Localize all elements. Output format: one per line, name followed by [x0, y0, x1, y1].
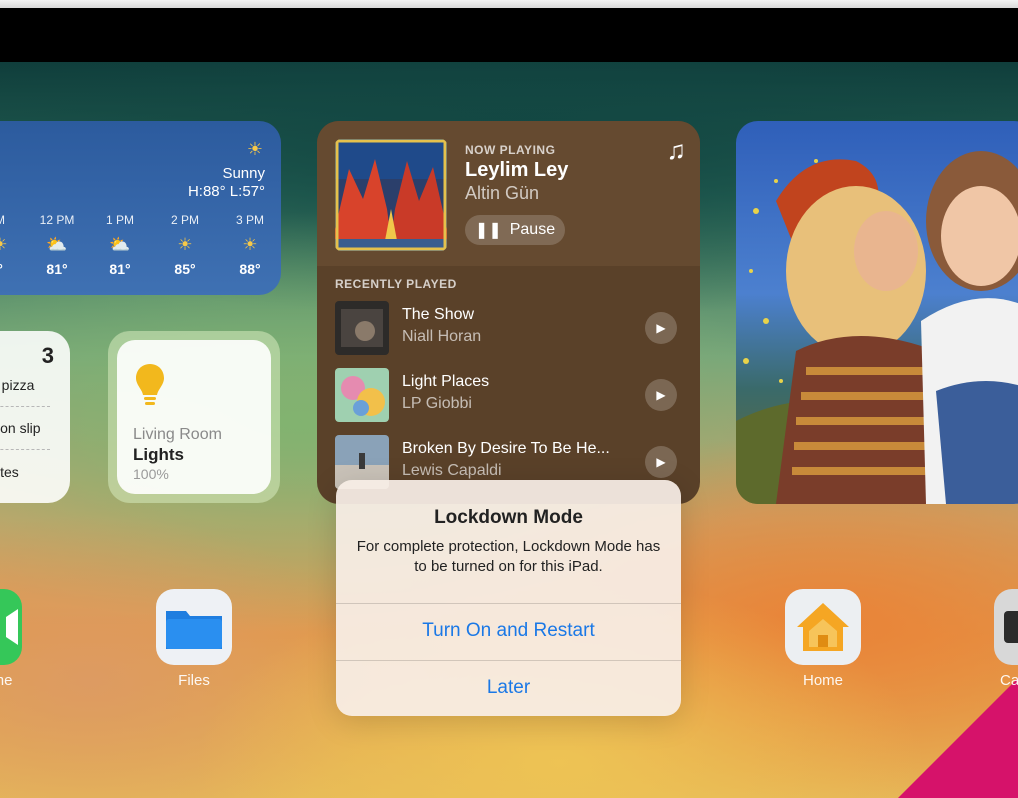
photo-image: [736, 151, 1018, 504]
sun-icon: ☀: [0, 235, 30, 255]
alert-message: For complete protection, Lockdown Mode h…: [356, 538, 661, 575]
music-widget[interactable]: NOW PLAYING Leylim Ley Altin Gün ❚❚ Paus…: [317, 121, 700, 504]
weather-high-low: H:88° L:57°: [187, 183, 265, 200]
forecast-time: 1 PM: [105, 213, 134, 227]
files-app[interactable]: [156, 589, 232, 665]
play-button[interactable]: ▶: [645, 312, 677, 344]
play-icon: ▶: [656, 388, 666, 402]
reminder-item[interactable]: e pizza: [0, 377, 56, 393]
house-icon: [797, 603, 849, 651]
app-label: Files: [178, 672, 210, 689]
forecast-temp: 85°: [174, 261, 196, 277]
reminder-item[interactable]: sion slip: [0, 420, 56, 436]
app-label: Ca: [1000, 672, 1018, 689]
track-artist: LP Giobbi: [402, 395, 472, 412]
reminders-widget[interactable]: 3 e pizza sion slip vites: [0, 331, 70, 503]
partly-cloudy-icon: ⛅: [46, 235, 68, 254]
forecast-temp: 81°: [46, 261, 68, 277]
pause-button[interactable]: ❚❚ Pause: [465, 215, 565, 245]
weather-condition: Sunny: [222, 165, 265, 182]
track-title: Light Places: [402, 373, 490, 390]
reminders-count: 3: [41, 343, 54, 368]
weather-summary: Sunny H:88° L:57°: [188, 165, 265, 201]
lights-tile[interactable]: Living Room Lights 100%: [117, 340, 271, 494]
song-title: Leylim Ley: [465, 159, 569, 181]
divider: [0, 406, 50, 407]
app-label: me: [0, 672, 13, 689]
home-app[interactable]: [785, 589, 861, 665]
later-button[interactable]: Later: [336, 677, 681, 699]
divider: [336, 660, 681, 661]
lockdown-mode-alert: Lockdown Mode For complete protection, L…: [336, 480, 681, 716]
ipad-screen: ☀ Sunny H:88° L:57° M ☀ ° 12 PM ⛅ 81° 1 …: [0, 0, 1018, 798]
album-art[interactable]: [335, 139, 447, 251]
music-note-icon: ♫: [666, 135, 687, 165]
pause-label: Pause: [509, 221, 556, 238]
weather-widget[interactable]: ☀ Sunny H:88° L:57° M ☀ ° 12 PM ⛅ 81° 1 …: [0, 121, 281, 295]
forecast-time: M: [0, 213, 30, 227]
list-item[interactable]: Light Places LP Giobbi ▶: [335, 368, 685, 422]
now-playing-section: NOW PLAYING Leylim Ley Altin Gün ❚❚ Paus…: [317, 121, 700, 266]
forecast-hour: M ☀ °: [0, 213, 30, 277]
forecast-time: 12 PM: [39, 213, 75, 227]
folder-icon: [166, 611, 222, 649]
track-title: Broken By Desire To Be He...: [402, 440, 610, 457]
track-artist: Niall Horan: [402, 328, 482, 345]
track-artwork: [335, 368, 389, 422]
sun-icon: ☀: [177, 235, 193, 254]
forecast-temp: 81°: [109, 261, 131, 277]
sun-icon: ☀: [242, 235, 258, 254]
track-artist: Lewis Capaldi: [402, 462, 502, 479]
sun-icon: ☀: [246, 139, 263, 159]
divider: [0, 449, 50, 450]
partly-cloudy-icon: ⛅: [109, 235, 131, 254]
forecast-time: 2 PM: [170, 213, 199, 227]
pause-icon: ❚❚: [474, 222, 502, 239]
now-playing-label: NOW PLAYING: [465, 143, 556, 157]
forecast-hour: 2 PM ☀ 85°: [155, 213, 215, 277]
play-icon: ▶: [656, 321, 666, 335]
facetime-app[interactable]: [0, 589, 22, 665]
turn-on-and-restart-button[interactable]: Turn On and Restart: [336, 620, 681, 642]
forecast-temp: 88°: [239, 261, 261, 277]
accessory-name: Lights: [133, 445, 184, 464]
forecast-time: 3 PM: [235, 213, 264, 227]
play-button[interactable]: ▶: [645, 379, 677, 411]
track-artwork: [335, 301, 389, 355]
forecast-hour: 3 PM ☀ 88°: [220, 213, 280, 277]
photos-widget[interactable]: [736, 121, 1018, 504]
forecast-hour: 12 PM ⛅ 81°: [27, 213, 87, 277]
room-name: Living Room: [133, 426, 222, 443]
forecast-temp: °: [0, 261, 30, 277]
camera-app[interactable]: [994, 589, 1018, 665]
list-item[interactable]: The Show Niall Horan ▶: [335, 301, 685, 355]
track-title: The Show: [402, 306, 475, 323]
lightbulb-icon: [136, 364, 164, 405]
alert-title: Lockdown Mode: [434, 507, 583, 528]
album-art-image: [335, 139, 447, 251]
video-camera-icon: [6, 609, 18, 645]
wallpaper-accent: [898, 678, 1018, 798]
play-icon: ▶: [656, 455, 666, 469]
home-lights-widget[interactable]: Living Room Lights 100%: [108, 331, 280, 503]
divider: [336, 603, 681, 604]
track-artwork-image: [335, 368, 389, 422]
app-label: Home: [802, 672, 843, 689]
forecast-hour: 1 PM ⛅ 81°: [90, 213, 150, 277]
play-button[interactable]: ▶: [645, 446, 677, 478]
recently-played-label: RECENTLY PLAYED: [335, 277, 457, 291]
brightness-level: 100%: [133, 466, 169, 482]
device-bezel: [0, 0, 1018, 62]
song-artist: Altin Gün: [465, 183, 540, 203]
camera-icon: [1004, 611, 1018, 643]
track-artwork-image: [335, 301, 389, 355]
reminder-item[interactable]: vites: [0, 464, 56, 480]
